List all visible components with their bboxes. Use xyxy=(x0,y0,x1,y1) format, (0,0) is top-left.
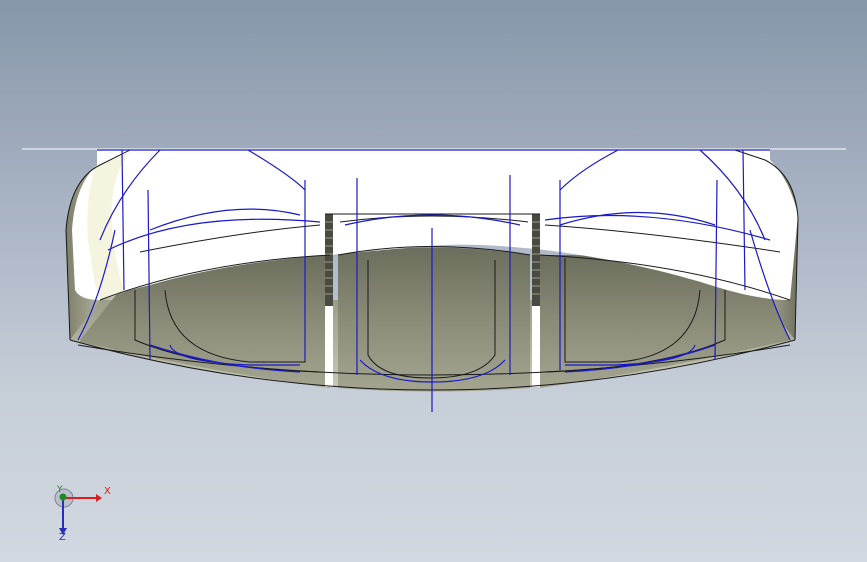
rib-right xyxy=(532,305,540,387)
z-axis-label: Z xyxy=(59,532,66,543)
x-axis-label: X xyxy=(104,486,111,497)
rib-teeth-left xyxy=(325,214,333,306)
rib-left xyxy=(325,305,333,387)
pocket-cavity-center xyxy=(338,247,530,392)
y-axis-label: Y xyxy=(57,485,63,495)
cad-graphics-viewport[interactable]: X Y Z xyxy=(0,0,867,562)
triad-graphic xyxy=(54,488,102,535)
rib-teeth-right xyxy=(532,214,540,306)
coordinate-triad: X Y Z xyxy=(44,478,124,548)
part-model-view[interactable] xyxy=(0,0,867,562)
